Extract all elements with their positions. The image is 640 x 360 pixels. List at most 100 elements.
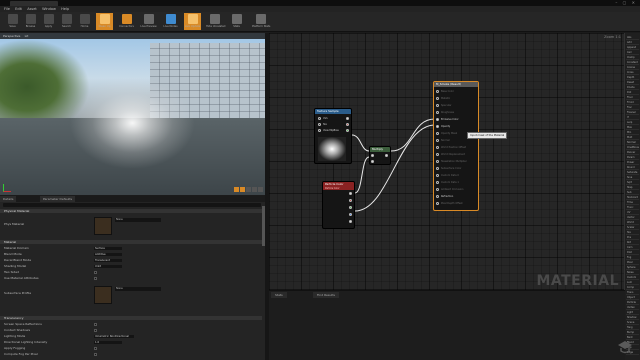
pin-view-mipbias[interactable] bbox=[318, 129, 321, 132]
tab-parameter-defaults[interactable]: Parameter Defaults bbox=[40, 196, 76, 202]
connectors-button[interactable]: Connectors bbox=[118, 13, 135, 30]
save-button[interactable]: Save bbox=[4, 13, 21, 30]
phys-material-picker[interactable]: None bbox=[115, 218, 161, 222]
pin-out-r[interactable] bbox=[346, 123, 349, 126]
result-pin[interactable] bbox=[436, 139, 439, 142]
result-pin-label: Roughness bbox=[441, 111, 455, 114]
material-domain-select[interactable]: Surface bbox=[94, 247, 122, 250]
contact-shadows-checkbox[interactable] bbox=[94, 329, 97, 332]
platform-stats-button[interactable]: Platform Stats bbox=[252, 13, 270, 30]
cube-icon[interactable] bbox=[252, 187, 257, 192]
viewport-lit-button[interactable]: Lit bbox=[25, 33, 29, 39]
viewport-perspective-button[interactable]: Perspective bbox=[3, 33, 20, 39]
pin-out[interactable] bbox=[385, 154, 388, 157]
multiply-node[interactable]: Multiply bbox=[369, 146, 391, 165]
result-pin[interactable] bbox=[436, 153, 439, 156]
pin-out-g[interactable] bbox=[346, 129, 349, 132]
pin-a[interactable] bbox=[371, 154, 374, 157]
subsurface-profile-picker[interactable]: None bbox=[115, 287, 161, 291]
pin-out-g[interactable] bbox=[349, 206, 352, 209]
pin-out-rgb[interactable] bbox=[349, 192, 352, 195]
result-pin[interactable] bbox=[436, 146, 439, 149]
section-physical-material[interactable]: Physical Material bbox=[0, 209, 262, 213]
material-graph-canvas[interactable]: Texture Sample UVs Tex View MipBias Mult… bbox=[269, 33, 625, 290]
result-pin[interactable] bbox=[436, 118, 439, 121]
browse-button[interactable]: Browse bbox=[22, 13, 39, 30]
live-update-button[interactable]: Live Update bbox=[184, 13, 201, 30]
result-pin[interactable] bbox=[436, 167, 439, 170]
prop-phys-material: Phys Material None bbox=[0, 215, 262, 237]
shading-model-select[interactable]: Unlit bbox=[94, 265, 122, 268]
preview-viewport[interactable]: Perspective Lit bbox=[0, 33, 265, 195]
window-controls[interactable]: – ▢ ✕ bbox=[615, 0, 637, 5]
pin-out-rgb[interactable] bbox=[346, 117, 349, 120]
result-pin[interactable] bbox=[436, 111, 439, 114]
pin-out-r[interactable] bbox=[349, 199, 352, 202]
particle-color-node[interactable]: Particle Color Particle Color bbox=[322, 181, 355, 229]
lighting-mode-select[interactable]: Volumetric NonDirectional bbox=[94, 335, 134, 338]
cleanup-button[interactable]: Clean Up bbox=[96, 13, 113, 30]
teapot-icon[interactable] bbox=[258, 187, 263, 192]
result-pin[interactable] bbox=[436, 132, 439, 135]
result-pin[interactable] bbox=[436, 104, 439, 107]
result-pin[interactable] bbox=[436, 195, 439, 198]
compute-fog-per-pixel-checkbox[interactable] bbox=[94, 353, 97, 356]
prop-contact-shadows: Contact Shadows bbox=[0, 328, 262, 333]
result-pin-label: Specular bbox=[441, 104, 452, 107]
toolbar: Save Browse Apply Search Home Clean Up C… bbox=[0, 12, 640, 32]
live-preview-icon bbox=[143, 14, 154, 24]
wire-texture-to-multiply bbox=[351, 134, 370, 152]
apply-button[interactable]: Apply bbox=[40, 13, 57, 30]
tab-details[interactable]: Details bbox=[0, 196, 17, 202]
screen-space-reflections-checkbox[interactable] bbox=[94, 323, 97, 326]
pin-uvs[interactable] bbox=[318, 117, 321, 120]
two-sided-checkbox[interactable] bbox=[94, 271, 97, 274]
smoke-particle-preview bbox=[70, 73, 200, 173]
stats-button[interactable]: Stats bbox=[228, 13, 245, 30]
result-pin-label: World Position Offset bbox=[441, 146, 466, 149]
live-nodes-button[interactable]: Live Nodes bbox=[162, 13, 179, 30]
live-update-icon bbox=[187, 14, 198, 24]
decal-blend-mode-select[interactable]: Translucent bbox=[94, 259, 122, 262]
hide-unrelated-button[interactable]: Hide Unrelated bbox=[206, 13, 225, 30]
details-search-input[interactable] bbox=[3, 203, 261, 207]
tab-find-results[interactable]: Find Results bbox=[313, 292, 339, 298]
cylinder-icon[interactable] bbox=[234, 187, 239, 192]
pin-out-a[interactable] bbox=[349, 220, 352, 223]
sphere-icon[interactable] bbox=[240, 187, 245, 192]
details-tabs: Details Parameter Defaults bbox=[0, 196, 265, 202]
pin-tex[interactable] bbox=[318, 123, 321, 126]
prop-label: Phys Material bbox=[4, 222, 25, 226]
prop-material-domain: Material Domain Surface bbox=[0, 246, 262, 251]
node-title: Multiply bbox=[370, 147, 390, 152]
node-subtitle: Particle Color bbox=[323, 187, 354, 190]
phys-material-thumbnail[interactable] bbox=[94, 217, 112, 235]
result-pin[interactable] bbox=[436, 202, 439, 205]
result-pin[interactable] bbox=[436, 90, 439, 93]
viewport-header: Perspective Lit bbox=[0, 33, 265, 39]
section-material[interactable]: Material bbox=[0, 240, 262, 244]
material-result-node[interactable]: M_Smoke (Result) Base Color Metallic Specu… bbox=[433, 81, 479, 211]
directional-lighting-intensity-field[interactable]: 1.0 bbox=[94, 341, 122, 344]
pin-out-b[interactable] bbox=[349, 213, 352, 216]
live-preview-button[interactable]: Live Preview bbox=[140, 13, 157, 30]
result-pin[interactable] bbox=[436, 174, 439, 177]
apply-fogging-checkbox[interactable] bbox=[94, 347, 97, 350]
blend-mode-select[interactable]: Additive bbox=[94, 253, 122, 256]
result-pin[interactable] bbox=[436, 160, 439, 163]
result-pin[interactable] bbox=[436, 125, 439, 128]
prop-subsurface-profile: Subsurface Profile None bbox=[0, 284, 262, 306]
result-pin[interactable] bbox=[436, 97, 439, 100]
subsurface-profile-thumbnail[interactable] bbox=[94, 286, 112, 304]
search-button[interactable]: Search bbox=[58, 13, 75, 30]
tab-stats[interactable]: Stats bbox=[271, 292, 287, 298]
pin-b[interactable] bbox=[371, 160, 374, 163]
result-pin[interactable] bbox=[436, 181, 439, 184]
texture-sample-node[interactable]: Texture Sample UVs Tex View MipBias bbox=[314, 108, 352, 164]
wire-multiply-to-emissive bbox=[390, 118, 436, 152]
plane-icon[interactable] bbox=[246, 187, 251, 192]
home-button[interactable]: Home bbox=[76, 13, 93, 30]
use-material-attributes-checkbox[interactable] bbox=[94, 277, 97, 280]
result-pin[interactable] bbox=[436, 188, 439, 191]
section-translucency[interactable]: Translucency bbox=[0, 316, 262, 320]
